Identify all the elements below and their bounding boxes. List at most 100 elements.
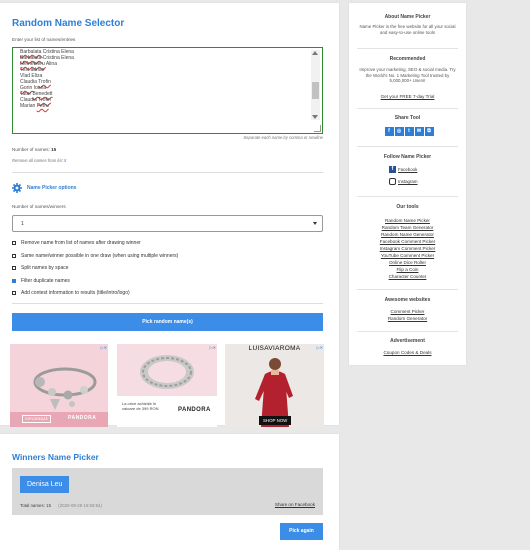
divider [357, 196, 458, 197]
tool-link[interactable]: YouTube Comment Picker [349, 253, 466, 258]
ad-banner-luisaviaroma[interactable]: LUISAVIAROMA SHOP NOW ▷✕ [225, 344, 324, 427]
divider [357, 289, 458, 290]
gear-icon [12, 183, 22, 193]
winner-name: Denisa Leu [20, 476, 70, 493]
divider [12, 303, 323, 304]
sidebar: About Name Picker Name Picker is the fre… [349, 3, 466, 365]
winners-count-label: Number of names/winners [12, 204, 66, 209]
facebook-icon: f [389, 166, 396, 173]
twitter-icon[interactable]: t [404, 127, 414, 136]
websites-title: Awesome websites [384, 297, 431, 303]
share-title: Share Tool [394, 115, 421, 121]
tool-link[interactable]: Online Dice Roller [349, 260, 466, 265]
options-title[interactable]: Name Picker options [27, 185, 76, 191]
pick-random-button[interactable]: Pick random name(s) [12, 313, 323, 331]
ad-choices-icon[interactable]: ▷✕ [317, 345, 323, 350]
name-count: Number of names: 15 [12, 147, 56, 152]
tool-link[interactable]: Instagram Comment Picker [349, 246, 466, 251]
ad-choices-icon[interactable]: ▷✕ [101, 345, 107, 350]
winner-meta: Total names: 15 (2020-09-28 16:59:54) [20, 503, 102, 508]
resize-handle-icon[interactable] [314, 125, 321, 132]
winner-result-panel: Denisa Leu Total names: 15 (2020-09-28 1… [12, 468, 323, 515]
option-label: Add contest information to results (titl… [21, 290, 130, 296]
names-textarea[interactable]: Barbalata Cristina Elena Barbalata Cristi… [12, 47, 323, 134]
bracelet-image [117, 344, 217, 396]
ad-choices-icon[interactable]: ▷✕ [210, 345, 216, 350]
option-row[interactable]: Same name/winner possible in one draw (w… [12, 253, 178, 259]
recommended-text: Improve your marketing, SEO & social med… [359, 67, 456, 84]
name-entry: Marian Petru [20, 103, 49, 109]
options-header[interactable]: Name Picker options [12, 183, 76, 193]
name-picker-card: Random Name Selector Enter your list of … [0, 3, 339, 427]
remove-all-text[interactable]: Remove all names from list [12, 158, 63, 163]
scroll-thumb[interactable] [312, 82, 319, 99]
advertisement-title: Advertisement [390, 338, 425, 344]
winners-count-value: 1 [21, 221, 24, 227]
tool-link[interactable]: Random Name Generator [349, 232, 466, 237]
ad-banner-pandora-offer[interactable]: La orice achiziție în valoare de 399 RON… [117, 344, 217, 427]
divider [357, 146, 458, 147]
option-checkbox[interactable] [12, 278, 16, 283]
textarea-scrollbar[interactable] [311, 50, 320, 120]
winners-title: Winners Name Picker [12, 452, 99, 462]
remove-all-link[interactable]: Remove all names from list X [12, 158, 66, 163]
option-label: Remove name from list of names after dra… [21, 240, 141, 246]
total-names-label: Total names: [20, 503, 45, 508]
option-checkbox[interactable] [12, 241, 16, 245]
ad-banner-pandora-bracelet[interactable]: EXPLOREAZĂ PANDORA ▷✕ [10, 344, 108, 427]
about-title: About Name Picker [384, 14, 431, 20]
ad-brand: PANDORA [178, 407, 211, 413]
copy-link-icon[interactable]: ⧉ [424, 127, 434, 136]
option-checkbox[interactable] [12, 253, 16, 258]
scroll-up-icon[interactable] [312, 51, 318, 55]
winners-card: Winners Name Picker Denisa Leu Total nam… [0, 434, 339, 550]
total-names-value: 15 [46, 503, 52, 508]
option-row[interactable]: Filter duplicate names [12, 278, 70, 284]
share-facebook-link[interactable]: Share on Facebook [275, 502, 315, 507]
divider [12, 172, 323, 173]
winners-count-select[interactable]: 1 [12, 215, 323, 232]
draw-timestamp: (2020-09-28 16:59:54) [58, 503, 102, 508]
option-label: Filter duplicate names [21, 277, 70, 284]
facebook-icon[interactable]: f [384, 127, 394, 136]
option-label: Same name/winner possible in one draw (w… [21, 252, 179, 259]
textarea-label: Enter your list of names/entries [12, 37, 76, 42]
recommended-title: Recommended [389, 56, 426, 62]
follow-instagram[interactable]: Instagram [389, 178, 418, 185]
divider [357, 331, 458, 332]
option-row[interactable]: Add contest information to results (titl… [12, 290, 130, 296]
ad-offer-text: La orice achiziție în valoare de 399 RON [122, 401, 159, 411]
remove-all-x[interactable]: X [64, 158, 67, 163]
tool-link[interactable]: Flip a Coin [349, 267, 466, 272]
pick-again-button[interactable]: Pick again [280, 523, 323, 540]
coupon-link[interactable]: Coupon Codes & Deals [349, 350, 466, 355]
share-icons: f ◎ t ✉ ⧉ [374, 127, 444, 136]
facebook-link[interactable]: Facebook [398, 167, 417, 172]
tool-link[interactable]: Random Name Picker [349, 218, 466, 223]
follow-facebook[interactable]: f Facebook [389, 166, 417, 173]
model-image [225, 344, 324, 427]
divider [357, 48, 458, 49]
tool-link[interactable]: Random Team Generator [349, 225, 466, 230]
option-row[interactable]: Split names by space [12, 265, 69, 271]
name-count-value: 15 [51, 147, 57, 152]
tool-link[interactable]: Character Counter [349, 274, 466, 279]
website-link[interactable]: Random Generator [349, 316, 466, 321]
tool-link[interactable]: Facebook Comment Picker [349, 239, 466, 244]
about-text: Name Picker is the free website for all … [359, 24, 456, 35]
option-row[interactable]: Remove name from list of names after dra… [12, 240, 141, 246]
trial-link[interactable]: Get your FREE 7-day Trial [349, 94, 466, 99]
instagram-link[interactable]: Instagram [398, 179, 418, 184]
scroll-down-icon[interactable] [312, 115, 318, 119]
ad-cta[interactable]: EXPLOREAZĂ [22, 415, 51, 423]
option-checkbox[interactable] [12, 291, 16, 295]
ad-brand: PANDORA [68, 415, 97, 421]
page-title: Random Name Selector [12, 18, 125, 29]
option-checkbox[interactable] [12, 266, 16, 270]
email-icon[interactable]: ✉ [414, 127, 424, 136]
separator-hint: Separate each name by comma or newline [243, 135, 323, 140]
website-link[interactable]: Comment Picker [349, 309, 466, 314]
ad-cta[interactable]: SHOP NOW [259, 416, 292, 425]
follow-title: Follow Name Picker [383, 154, 432, 160]
instagram-icon[interactable]: ◎ [394, 127, 404, 136]
